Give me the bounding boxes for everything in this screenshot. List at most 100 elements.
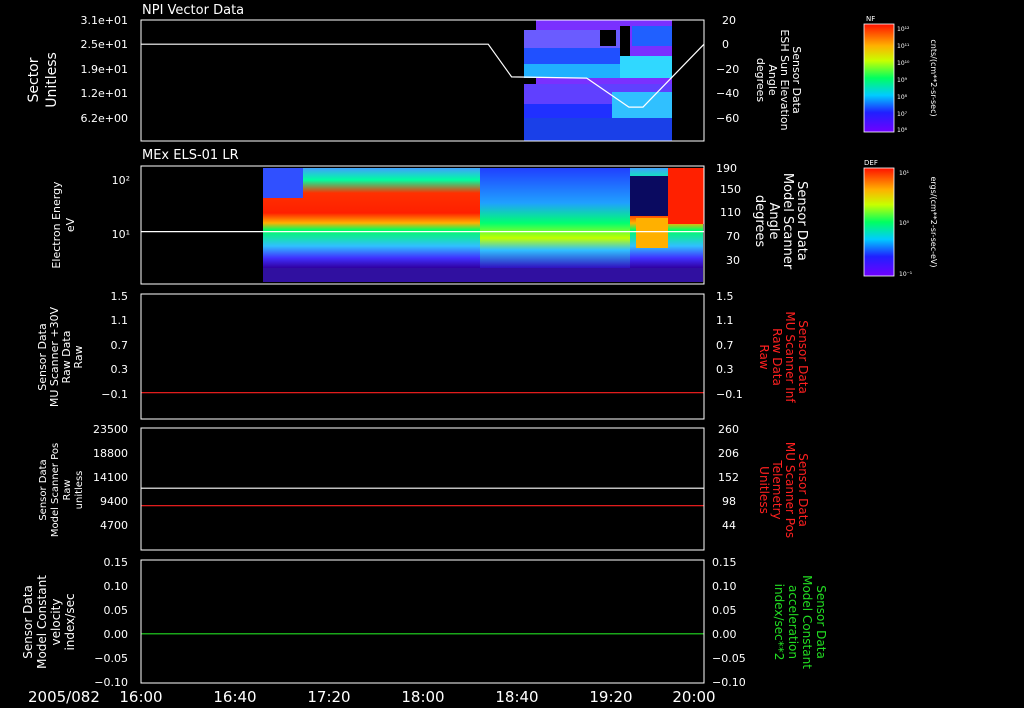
npi-block-right-cyan — [620, 56, 672, 78]
scanner-pos-rtick-4: 98 — [722, 495, 736, 508]
def-cb-tick-3: 10⁻¹ — [899, 271, 913, 278]
scanner-pos-ytick-2: 18800 — [93, 447, 128, 460]
npi-y-ticks-left: 3.1e+01 2.5e+01 1.9e+01 1.2e+01 6.2e+00 — [81, 14, 128, 125]
constants-rlabel-3: acceleration — [786, 585, 800, 659]
scanner-pos-rtick-2: 206 — [718, 447, 739, 460]
npi-ytick-2: 2.5e+01 — [81, 38, 128, 51]
xtick-1640: 16:40 — [213, 688, 256, 706]
els-rtick-5: 30 — [726, 254, 740, 267]
mu-raw-rtick-5: −0.1 — [716, 388, 743, 401]
npi-rtick-2: 0 — [722, 38, 729, 51]
x-axis: 2005/082 16:00 16:40 17:20 18:00 18:40 1… — [28, 688, 716, 706]
constants-y-ticks-right: 0.15 0.10 0.05 0.00 −0.05 −0.10 — [712, 556, 746, 689]
scanner-pos-y-ticks-left: 23500 18800 14100 9400 4700 — [93, 423, 128, 532]
els-y-ticks-left: 10² 10¹ — [112, 174, 130, 241]
els-rlabel-4: degrees — [752, 195, 767, 248]
els-early-blue — [263, 168, 303, 198]
constants-rlabel-1: Sensor Data — [814, 585, 828, 659]
scanner-pos-rlabel-1: Sensor Data — [796, 453, 810, 527]
constants-ylabel-left: Sensor Data Model Constant velocity inde… — [21, 575, 77, 669]
els-low-energy-fringe — [263, 268, 703, 282]
els-rtick-2: 150 — [720, 183, 741, 196]
def-cb-tick-1: 10¹ — [899, 170, 910, 177]
npi-ylabel-1: Sector — [26, 57, 42, 102]
els-title: MEx ELS-01 LR — [142, 148, 239, 163]
mu-raw-rlabel-1: Sensor Data — [796, 320, 810, 394]
constants-frame — [140, 559, 705, 684]
mu-raw-panel: 1.5 1.1 0.7 0.3 −0.1 1.5 1.1 0.7 0.3 −0.… — [36, 290, 810, 420]
els-ytick-2: 10¹ — [112, 228, 130, 241]
constants-ylabel-2: Model Constant — [35, 575, 49, 669]
constants-rtick-2: 0.10 — [712, 580, 737, 593]
npi-ylabel-2: Unitless — [44, 52, 60, 108]
scanner-pos-panel: 23500 18800 14100 9400 4700 260 206 152 … — [38, 423, 810, 551]
scanner-pos-rlabel-4: Unitless — [757, 466, 771, 514]
space-physics-plot: NPI Vector Data 3.1e+01 2.5e+01 1.9e+01 … — [21, 3, 938, 706]
mu-raw-ytick-3: 0.7 — [111, 339, 129, 352]
npi-rlabel-4: degrees — [754, 58, 767, 103]
constants-ylabel-4: index/sec — [63, 593, 77, 650]
scanner-pos-rtick-3: 152 — [718, 471, 739, 484]
npi-rtick-3: −20 — [716, 63, 739, 76]
constants-panel: 0.15 0.10 0.05 0.00 −0.05 −0.10 0.15 0.1… — [21, 556, 828, 689]
npi-rtick-1: 20 — [722, 14, 736, 27]
npi-gap-1 — [600, 30, 616, 46]
mu-raw-ytick-1: 1.5 — [111, 290, 129, 303]
mu-raw-rtick-2: 1.1 — [716, 314, 734, 327]
nf-colorbar-gradient — [863, 23, 895, 133]
npi-ylabel-left: Sector Unitless — [26, 52, 60, 108]
constants-ytick-5: −0.05 — [94, 652, 128, 665]
def-colorbar-gradient — [863, 167, 895, 277]
mu-raw-ylabel-left: Sensor Data MU Scanner +30V Raw Data Raw — [36, 306, 85, 407]
mu-raw-ylabel-4: Raw — [72, 345, 85, 368]
xtick-1600: 16:00 — [119, 688, 162, 706]
constants-ytick-4: 0.00 — [104, 628, 129, 641]
constants-rlabel-4: index/sec**2 — [772, 584, 786, 661]
def-colorbar: DEF 10¹ 10⁰ 10⁻¹ ergs/(cm**2-sr-sec-eV) — [863, 159, 938, 278]
mu-raw-ylabel-right: Sensor Data MU Scanner Inf Raw Data Raw — [757, 311, 810, 403]
mu-raw-rtick-4: 0.3 — [716, 363, 734, 376]
npi-heatmap — [524, 20, 672, 141]
constants-ytick-2: 0.10 — [104, 580, 129, 593]
scanner-pos-ylabel-4: unitless — [74, 471, 85, 510]
els-rtick-1: 190 — [716, 162, 737, 175]
npi-block-upper-blue — [524, 48, 620, 64]
els-ylabel-1: Electron Energy — [50, 181, 63, 269]
els-weak-region — [480, 168, 630, 268]
els-late-red — [668, 168, 704, 224]
els-heatmap — [263, 168, 704, 282]
npi-ytick-1: 3.1e+01 — [81, 14, 128, 27]
npi-block-bottom — [524, 118, 672, 141]
scanner-pos-rlabel-2: MU Scanner Pos — [783, 442, 797, 538]
els-rtick-4: 70 — [726, 230, 740, 243]
constants-ylabel-1: Sensor Data — [21, 585, 35, 659]
els-rtick-3: 110 — [720, 206, 741, 219]
els-ylabel-left: Electron Energy eV — [50, 181, 77, 269]
nf-colorbar: NF 10¹² 10¹¹ 10¹⁰ 10⁹ 10⁸ 10⁷ 10⁶ cnts/(… — [863, 15, 938, 134]
npi-ytick-5: 6.2e+00 — [81, 112, 128, 125]
xtick-1920: 19:20 — [589, 688, 632, 706]
npi-block-upper-cyan — [524, 64, 620, 78]
nf-cb-tick-2: 10¹¹ — [897, 43, 910, 50]
els-panel: MEx ELS-01 LR 10² 10¹ 190 150 110 70 30 … — [50, 148, 809, 285]
scanner-pos-ytick-1: 23500 — [93, 423, 128, 436]
mu-raw-y-ticks-left: 1.5 1.1 0.7 0.3 −0.1 — [101, 290, 128, 401]
constants-ytick-1: 0.15 — [104, 556, 129, 569]
mu-raw-ytick-5: −0.1 — [101, 388, 128, 401]
npi-panel: NPI Vector Data 3.1e+01 2.5e+01 1.9e+01 … — [26, 3, 803, 142]
scanner-pos-y-ticks-right: 260 206 152 98 44 — [718, 423, 739, 532]
scanner-pos-rlabel-3: Telemetry — [770, 459, 784, 519]
constants-ylabel-3: velocity — [49, 599, 63, 646]
mu-raw-ytick-4: 0.3 — [111, 363, 129, 376]
def-colorbar-unit: ergs/(cm**2-sr-sec-eV) — [929, 176, 938, 267]
npi-block-right-blue — [632, 26, 672, 46]
scanner-pos-ylabel-2: Model Scanner Pos — [50, 443, 61, 537]
scanner-pos-rtick-1: 260 — [718, 423, 739, 436]
date-label: 2005/082 — [28, 688, 100, 706]
scanner-pos-ytick-3: 14100 — [93, 471, 128, 484]
constants-y-ticks-left: 0.15 0.10 0.05 0.00 −0.05 −0.10 — [94, 556, 128, 689]
constants-rlabel-2: Model Constant — [800, 575, 814, 669]
npi-block-lower-cyan — [612, 92, 672, 118]
npi-rtick-4: −40 — [716, 87, 739, 100]
scanner-pos-ytick-4: 9400 — [100, 495, 128, 508]
